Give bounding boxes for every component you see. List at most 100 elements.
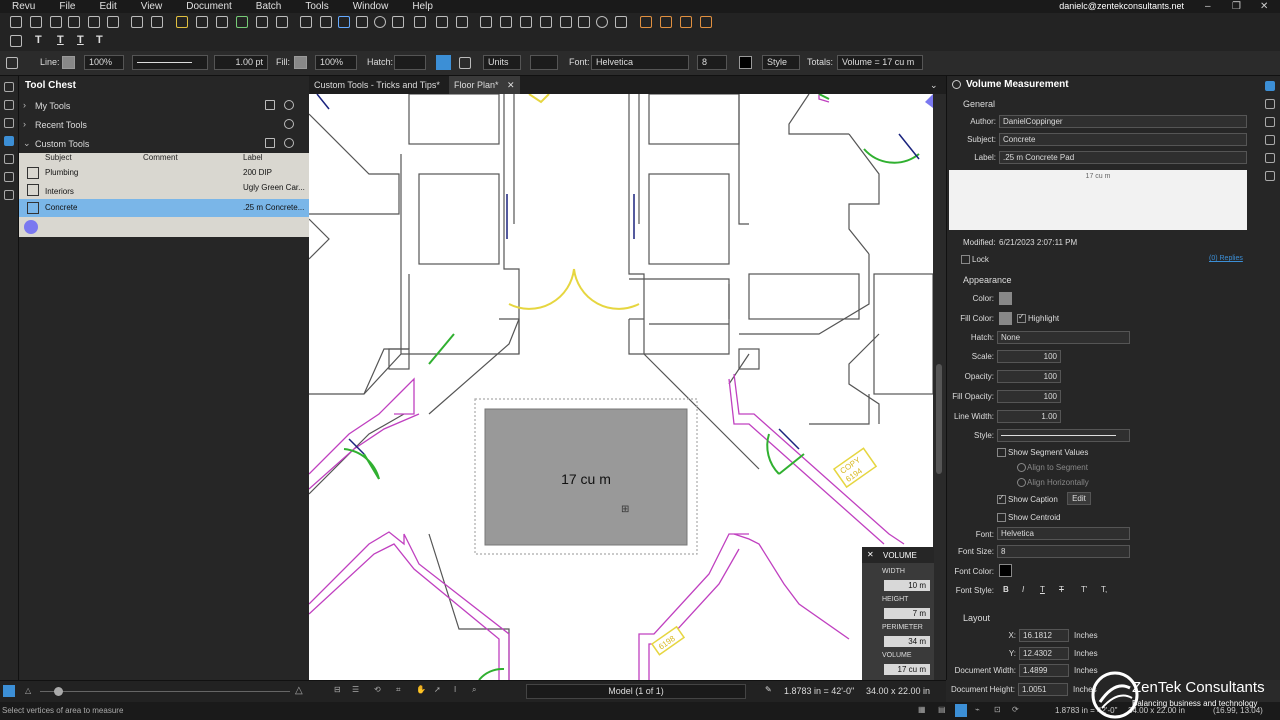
rotate-icon[interactable]: ⟲ xyxy=(374,685,381,694)
column-comment[interactable]: Comment xyxy=(143,153,178,162)
layers-icon[interactable] xyxy=(4,118,14,128)
properties-tab-icon[interactable] xyxy=(1265,81,1275,91)
circle-icon[interactable] xyxy=(596,16,608,28)
continuous-icon[interactable]: ☰ xyxy=(352,685,359,694)
tool-row-plumbing[interactable]: Plumbing 200 DIP xyxy=(19,164,309,182)
new-icon[interactable] xyxy=(10,16,22,28)
grid-icon[interactable]: ▦ xyxy=(918,705,926,714)
section-custom-tools[interactable]: ⌄ Custom Tools xyxy=(19,135,309,153)
attach-icon[interactable] xyxy=(256,16,268,28)
font-select[interactable]: Helvetica xyxy=(591,55,689,70)
sync-icon[interactable]: ⟳ xyxy=(1012,705,1019,714)
section-recent-tools[interactable]: › Recent Tools xyxy=(19,116,309,134)
style-select[interactable] xyxy=(997,429,1130,442)
open-icon[interactable] xyxy=(30,16,42,28)
label-field[interactable]: .25 m Concrete Pad xyxy=(999,151,1247,164)
calibrate-icon[interactable]: ✎ xyxy=(765,685,772,694)
doc-width-field[interactable]: 1.4899 xyxy=(1019,664,1069,677)
settings-icon[interactable] xyxy=(284,138,294,148)
callout-icon[interactable] xyxy=(320,16,332,28)
menu-edit[interactable]: Edit xyxy=(87,1,128,12)
page-selector[interactable]: Model (1 of 1) xyxy=(526,684,746,699)
snapshot-icon[interactable] xyxy=(216,16,228,28)
menu-batch[interactable]: Batch xyxy=(244,1,294,12)
section-appearance[interactable]: Appearance xyxy=(963,275,1012,285)
polygon-icon[interactable] xyxy=(578,16,590,28)
eraser-icon[interactable] xyxy=(276,16,288,28)
tag-6194[interactable]: COPY 6194 xyxy=(832,447,878,489)
menu-window[interactable]: Window xyxy=(341,1,401,12)
pan-icon[interactable]: ✋ xyxy=(416,685,426,694)
copy-icon[interactable] xyxy=(131,16,143,28)
menu-view[interactable]: View xyxy=(129,1,175,12)
fill-opacity-field[interactable]: 100% xyxy=(315,55,357,70)
select-icon[interactable]: ➚ xyxy=(434,685,441,694)
ruler-icon[interactable] xyxy=(459,57,471,69)
font-color-swatch[interactable] xyxy=(739,56,752,69)
line-icon[interactable] xyxy=(480,16,492,28)
tool-chest-icon[interactable] xyxy=(4,136,14,146)
polyline-icon[interactable] xyxy=(540,16,552,28)
markups-list-icon[interactable] xyxy=(1265,99,1275,109)
line-color-swatch[interactable] xyxy=(62,56,75,69)
tool-row-concrete[interactable]: Concrete .25 m Concrete... xyxy=(19,199,309,217)
tool-row-interiors[interactable]: Interiors Ugly Green Car... xyxy=(19,181,309,199)
zoom-in-icon[interactable]: △ xyxy=(295,685,303,696)
zoom-slider-track[interactable] xyxy=(40,691,290,692)
tool-row-circle[interactable] xyxy=(19,218,309,236)
tab-floor-plan[interactable]: Floor Plan* ✕ xyxy=(449,76,520,94)
superscript-icon[interactable]: T' xyxy=(1081,585,1087,594)
measurements-icon[interactable] xyxy=(1265,135,1275,145)
text-box-icon[interactable] xyxy=(300,16,312,28)
link-icon[interactable] xyxy=(236,16,248,28)
snap-markup-icon[interactable]: ⌁ xyxy=(975,705,980,714)
hatch-select[interactable]: None xyxy=(997,331,1130,344)
thumbnails-icon[interactable] xyxy=(4,82,14,92)
pen-icon[interactable] xyxy=(338,16,350,28)
measure-volume-icon[interactable] xyxy=(700,16,712,28)
paste-icon[interactable] xyxy=(151,16,163,28)
stamp-icon[interactable] xyxy=(196,16,208,28)
section-layout[interactable]: Layout xyxy=(963,613,990,623)
subject-field[interactable]: Concrete xyxy=(999,133,1247,146)
show-centroid-checkbox[interactable] xyxy=(997,513,1006,522)
tabs-dropdown-icon[interactable]: ⌄ xyxy=(925,76,943,94)
align-horizontal-radio[interactable] xyxy=(1017,478,1026,487)
tool-props-icon[interactable] xyxy=(6,57,18,69)
vertical-scrollbar[interactable] xyxy=(933,94,946,680)
close-icon[interactable]: ✕ xyxy=(1260,0,1268,13)
font-size-select[interactable]: 8 xyxy=(997,545,1130,558)
shape-icon[interactable] xyxy=(414,16,426,28)
single-page-icon[interactable]: ⊟ xyxy=(334,685,341,694)
save-icon[interactable] xyxy=(50,16,62,28)
snap-grid-icon[interactable]: ▤ xyxy=(938,705,946,714)
section-my-tools[interactable]: › My Tools xyxy=(19,97,309,115)
arrow-icon[interactable] xyxy=(500,16,512,28)
font-size-select[interactable]: 8 xyxy=(697,55,727,70)
text-strike-icon[interactable]: T xyxy=(77,34,84,46)
fill-color-swatch[interactable] xyxy=(999,312,1012,325)
style-select[interactable]: Style xyxy=(762,55,800,70)
font-color-swatch[interactable] xyxy=(999,564,1012,577)
lasso-icon[interactable] xyxy=(615,16,627,28)
image-icon[interactable] xyxy=(436,16,448,28)
scroll-thumb[interactable] xyxy=(936,364,942,474)
select-mode-icon[interactable] xyxy=(265,138,275,148)
bookmarks-icon[interactable] xyxy=(4,100,14,110)
dimension-icon[interactable] xyxy=(560,16,572,28)
drawing-canvas[interactable]: 17 cu m ⊞ COPY 6194 6198 xyxy=(309,94,933,680)
close-tab-icon[interactable]: ✕ xyxy=(507,80,515,90)
fill-color-swatch[interactable] xyxy=(294,56,307,69)
subscript-icon[interactable]: T, xyxy=(1101,585,1107,594)
rectangle-icon[interactable] xyxy=(356,16,368,28)
ellipse-icon[interactable] xyxy=(374,16,386,28)
user-email[interactable]: danielc@zentekconsultants.net xyxy=(1059,0,1184,13)
settings-icon[interactable] xyxy=(284,119,294,129)
tab-custom-tools[interactable]: Custom Tools - Tricks and Tips* xyxy=(309,76,445,94)
align-select[interactable] xyxy=(530,55,558,70)
reuse-icon[interactable]: ⊡ xyxy=(994,705,1001,714)
restore-icon[interactable]: ❐ xyxy=(1232,0,1241,13)
cut-icon[interactable] xyxy=(107,16,119,28)
units-select[interactable]: Units xyxy=(483,55,521,70)
measure-perimeter-icon[interactable] xyxy=(680,16,692,28)
